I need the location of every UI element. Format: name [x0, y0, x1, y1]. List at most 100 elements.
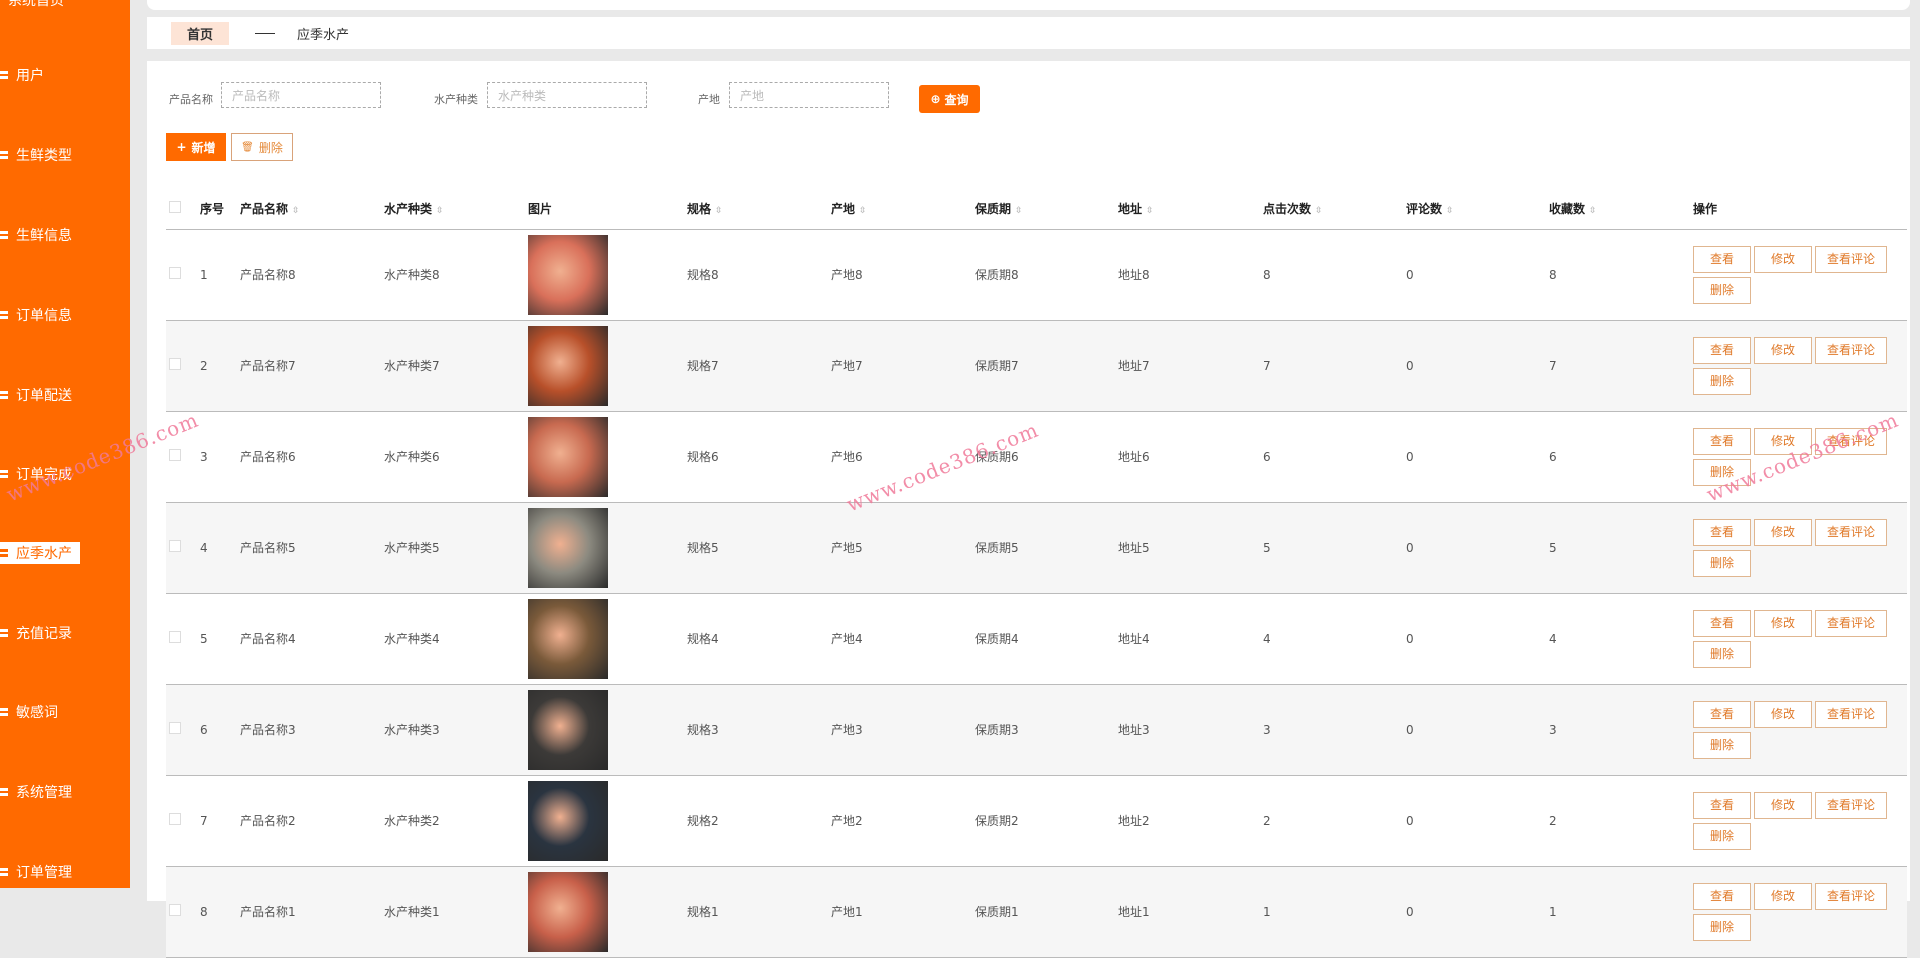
breadcrumb-home[interactable]: 首页 — [171, 21, 230, 45]
select-cell — [166, 502, 200, 594]
cell-actions: 查看 修改 查看评论删除 — [1693, 502, 1907, 594]
delete-button[interactable]: 删除 — [1693, 640, 1751, 668]
view-button[interactable]: 查看 — [1693, 700, 1751, 728]
view-button[interactable]: 查看 — [1693, 245, 1751, 273]
select-all-checkbox[interactable] — [169, 201, 181, 214]
row-checkbox[interactable] — [169, 904, 181, 916]
sidebar-item[interactable]: 充值记录 — [0, 622, 130, 644]
delete-button[interactable]: 删除 — [1693, 913, 1751, 941]
cell-favs: 2 — [1549, 775, 1693, 867]
row-checkbox[interactable] — [169, 813, 181, 825]
view-button[interactable]: 查看 — [1693, 882, 1751, 910]
menu-icon — [0, 788, 8, 796]
breadcrumb-separator — [255, 32, 276, 34]
delete-button[interactable]: 删除 — [1693, 458, 1751, 486]
view-button[interactable]: 查看 — [1693, 518, 1751, 546]
view-comments-button[interactable]: 查看评论 — [1815, 427, 1887, 455]
product-image[interactable] — [528, 234, 608, 315]
data-table: 序号 产品名称 ⇳ 水产种类 ⇳ 图片 规格 ⇳ 产地 ⇳ 保质期 ⇳ 地址 ⇳ 点击次数 ⇳ 评论数 ⇳ 收藏数 ⇳… — [166, 189, 1907, 958]
sort-icon[interactable]: ⇳ — [292, 206, 300, 216]
sort-icon[interactable]: ⇳ — [1146, 206, 1154, 216]
query-button[interactable]: ⊕ 查询 — [919, 85, 980, 113]
edit-button[interactable]: 修改 — [1754, 882, 1812, 910]
sidebar-item[interactable]: 生鲜信息 — [0, 224, 130, 246]
row-checkbox[interactable] — [169, 540, 181, 552]
delete-button[interactable]: 删除 — [1693, 731, 1751, 759]
sort-icon[interactable]: ⇳ — [1446, 206, 1454, 216]
view-button[interactable]: 查看 — [1693, 427, 1751, 455]
batch-delete-button[interactable]: 🗑 删除 — [231, 133, 293, 161]
sidebar-item[interactable]: 订单完成 — [0, 463, 130, 485]
view-button[interactable]: 查看 — [1693, 791, 1751, 819]
row-checkbox[interactable] — [169, 358, 181, 370]
product-image[interactable] — [528, 689, 608, 770]
menu-icon — [0, 151, 8, 159]
view-comments-button[interactable]: 查看评论 — [1815, 245, 1887, 273]
select-cell — [166, 320, 200, 412]
view-comments-button[interactable]: 查看评论 — [1815, 700, 1887, 728]
delete-button[interactable]: 删除 — [1693, 549, 1751, 577]
column-header: 保质期 ⇳ — [975, 189, 1118, 230]
product-image[interactable] — [528, 780, 608, 861]
edit-button[interactable]: 修改 — [1754, 336, 1812, 364]
view-button[interactable]: 查看 — [1693, 609, 1751, 637]
sort-icon[interactable]: ⇳ — [1015, 206, 1023, 216]
delete-button[interactable]: 删除 — [1693, 822, 1751, 850]
cell-favs: 6 — [1549, 411, 1693, 503]
product-image[interactable] — [528, 325, 608, 406]
row-checkbox[interactable] — [169, 267, 181, 279]
action-group: 查看 修改 查看评论删除 — [1693, 426, 1903, 488]
view-comments-button[interactable]: 查看评论 — [1815, 336, 1887, 364]
edit-button[interactable]: 修改 — [1754, 427, 1812, 455]
view-comments-button[interactable]: 查看评论 — [1815, 882, 1887, 910]
cell-actions: 查看 修改 查看评论删除 — [1693, 229, 1907, 321]
sort-icon[interactable]: ⇳ — [715, 206, 723, 216]
product-image[interactable] — [528, 416, 608, 497]
view-comments-button[interactable]: 查看评论 — [1815, 609, 1887, 637]
product-name-input[interactable]: 产品名称 — [221, 82, 381, 108]
column-header: 产品名称 ⇳ — [240, 189, 384, 230]
origin-input[interactable]: 产地 — [729, 82, 889, 108]
sidebar-item[interactable]: 应季水产 — [0, 542, 80, 564]
sort-icon[interactable]: ⇳ — [1315, 206, 1323, 216]
edit-button[interactable]: 修改 — [1754, 518, 1812, 546]
cell-origin-value: 产地5 — [831, 541, 863, 555]
add-button[interactable]: + 新增 — [166, 133, 226, 161]
sidebar-item[interactable]: 系统管理 — [0, 781, 130, 803]
sort-icon[interactable]: ⇳ — [1589, 206, 1597, 216]
product-image[interactable] — [528, 871, 608, 952]
cell-name-value: 产品名称3 — [240, 723, 296, 737]
view-comments-button[interactable]: 查看评论 — [1815, 518, 1887, 546]
delete-button[interactable]: 删除 — [1693, 367, 1751, 395]
edit-button[interactable]: 修改 — [1754, 245, 1812, 273]
cell-type-value: 水产种类6 — [384, 450, 440, 464]
product-image[interactable] — [528, 507, 608, 588]
sidebar-item[interactable]: 敏感词 — [0, 701, 130, 723]
edit-button[interactable]: 修改 — [1754, 700, 1812, 728]
column-header: 评论数 ⇳ — [1406, 189, 1549, 230]
sort-icon[interactable]: ⇳ — [436, 206, 444, 216]
cell-name-value: 产品名称5 — [240, 541, 296, 555]
cell-name-value: 产品名称4 — [240, 632, 296, 646]
sidebar-item[interactable]: 用户 — [0, 64, 130, 86]
sort-icon[interactable]: ⇳ — [859, 206, 867, 216]
sidebar-item[interactable]: 订单配送 — [0, 384, 130, 406]
sidebar-item-home[interactable]: 系统首页 — [8, 0, 64, 10]
row-checkbox[interactable] — [169, 449, 181, 461]
delete-button[interactable]: 删除 — [1693, 276, 1751, 304]
type-input[interactable]: 水产种类 — [487, 82, 647, 108]
sidebar-item[interactable]: 订单信息 — [0, 304, 130, 326]
sidebar-item[interactable]: 生鲜类型 — [0, 144, 130, 166]
row-checkbox[interactable] — [169, 631, 181, 643]
view-comments-button[interactable]: 查看评论 — [1815, 791, 1887, 819]
row-checkbox[interactable] — [169, 722, 181, 734]
cell-favs: 1 — [1549, 866, 1693, 958]
breadcrumb-current: 应季水产 — [297, 27, 350, 43]
sidebar-item[interactable]: 订单管理 — [0, 861, 130, 883]
view-button[interactable]: 查看 — [1693, 336, 1751, 364]
edit-button[interactable]: 修改 — [1754, 609, 1812, 637]
edit-button[interactable]: 修改 — [1754, 791, 1812, 819]
cell-spec: 规格3 — [687, 684, 831, 776]
cell-favs-value: 1 — [1549, 904, 1557, 919]
product-image[interactable] — [528, 598, 608, 679]
